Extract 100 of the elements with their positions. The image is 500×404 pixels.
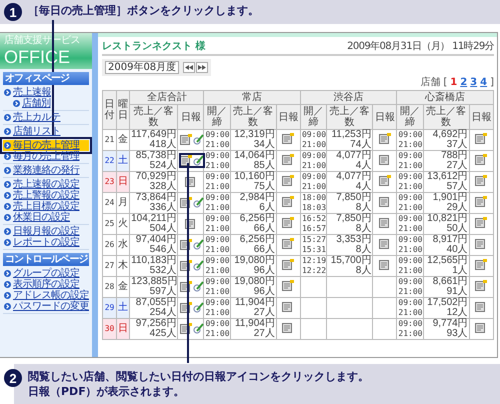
arrow-circle-icon [4,270,11,277]
arrow-circle-icon [4,214,11,221]
hours-cell: 09:00 21:00 [300,130,327,150]
sales-cell: 12,565円 1人 [423,256,470,276]
sales-cell: 73,864円 336人 [130,192,178,214]
arrow-circle-icon [4,228,11,235]
hours-cell: 09:00 21:00 [396,172,424,192]
sidebar-group-title: コントロールページ [3,253,89,266]
arrow-circle-icon [4,181,11,188]
month-field[interactable]: 2009年08月度 [105,61,180,74]
sidebar-link[interactable]: 業務連絡の発行 [3,165,89,176]
hours-cell: 09:00 21:00 [204,130,230,150]
sales-cell: 85,738円 524人 [130,150,178,172]
sales-cell: 2,984円 6人 [230,192,276,214]
hours-cell: 09:00 21:00 [204,256,230,276]
hours-cell: 09:00 21:00 [396,192,424,214]
hours-cell: 09:00 21:00 [204,172,230,192]
page-link[interactable]: 2 [460,77,468,89]
sidebar-link[interactable]: 売上速報 [3,87,89,98]
sidebar-link[interactable]: 表示順序の設定 [3,279,89,290]
date-cell: 23 [102,172,117,192]
sidebar-link[interactable]: 毎月の売上管理 [3,151,89,162]
sales-cell: 11,904円 27人 [230,298,276,318]
date-cell: 30 [102,318,117,340]
sales-cell: 7,850円 8人 [326,214,373,234]
customer-name: レストランネクスト 様 [102,40,206,53]
hours-cell: 15:27 15:31 [300,234,327,256]
arrow-circle-icon [4,114,11,121]
hours-cell: 09:00 21:00 [396,298,424,318]
sidebar-link[interactable]: 休業日の設定 [3,212,89,223]
sales-cell: 9,774円 93人 [423,318,470,340]
arrow-circle-icon [4,128,11,135]
sidebar-link[interactable]: 店舗別 [3,98,89,109]
step-number: 1 [4,3,22,21]
hours-cell: 09:00 21:00 [204,318,230,340]
column-header: 日報 [372,104,397,130]
hours-cell: 09:00 21:00 [396,234,424,256]
sidebar-link[interactable]: グループの設定 [3,268,89,279]
sales-cell: 97,404円 546人 [130,234,178,256]
column-header: 売上／客数 [130,104,178,130]
sales-cell: 7,850円 8人 [326,192,373,214]
page-link[interactable]: 3 [470,77,478,89]
column-group-header: 全店合計 [130,90,204,104]
sidebar-link[interactable]: 売上目標の設定 [3,201,89,212]
sales-cell: 12,319円 34人 [230,130,276,150]
date-cell: 26 [102,234,117,256]
sales-cell: 11,904円 27人 [230,318,276,340]
date-cell: 27 [102,256,117,276]
column-group-header: 渋谷店 [300,90,397,104]
bracket: ] [490,77,494,89]
arrow-circle-icon [4,153,11,160]
column-header: 売上／客数 [230,104,276,130]
flagged-document-icon[interactable] [180,155,192,166]
date-cell: 21 [102,130,117,150]
arrow-circle-icon [4,239,11,246]
date-cell: 25 [102,214,117,234]
hours-cell: 18:00 18:03 [300,192,327,214]
hours-cell: 09:00 21:00 [396,214,424,234]
column-header: 日報 [178,104,204,130]
sales-cell: 788円 27人 [423,150,470,172]
hours-cell: 09:00 21:00 [396,318,424,340]
sidebar-link[interactable]: 売上速報の設定 [3,179,89,190]
sales-cell: 97,256円 425人 [130,318,178,340]
sidebar-link[interactable]: 日報月報の設定 [3,226,89,237]
column-header: 日付 [102,90,117,130]
sales-cell: 123,885円 597人 [130,276,178,298]
sidebar-link[interactable]: レポートの設定 [3,237,89,248]
hours-cell: 09:00 21:00 [204,234,230,256]
sales-cell: 13,612円 57人 [423,172,470,192]
store-pager-label: 店舗 [420,77,440,89]
sales-cell: 19,080円 96人 [230,276,276,298]
arrow-circle-icon [13,100,20,107]
sidebar-link[interactable]: 売上警報の設定 [3,190,89,201]
date-cell: 22 [102,150,117,172]
sales-cell: 4,077円 4人 [326,150,373,172]
date-cell: 29 [102,298,117,318]
next-month-button[interactable] [196,62,208,73]
hours-cell: 09:00 21:00 [204,298,230,318]
hours-cell: 09:00 21:00 [396,256,424,276]
arrow-circle-icon [4,203,11,210]
column-header: 開／締 [396,104,424,130]
hours-cell: 09:00 21:00 [396,276,424,298]
column-header: 日報 [469,104,494,130]
page-link[interactable]: 1 [450,77,458,89]
hours-cell: 09:00 21:00 [300,150,327,172]
hours-cell: 12:19 12:22 [300,256,327,276]
sidebar-link[interactable]: 毎日の売上管理 [3,140,89,151]
sidebar-link[interactable]: アドレス帳の設定 [3,290,89,301]
column-header: 売上／客数 [326,104,373,130]
page-link[interactable]: 4 [480,77,488,89]
hours-cell: 09:00 21:00 [300,172,327,192]
arrow-circle-icon [4,281,11,288]
sidebar-link[interactable]: パスワードの変更 [3,301,89,312]
sales-cell: 6,256円 66人 [230,214,276,234]
sales-cell: 104,211円 504人 [130,214,178,234]
previous-month-button[interactable] [183,62,196,73]
instruction-text: ［毎日の売上管理］ボタンをクリックします。 [28,3,259,18]
sales-cell: 8,661円 91人 [423,276,470,298]
pencil-icon[interactable] [193,155,204,166]
sidebar-link[interactable]: 店舗リスト [3,126,89,137]
